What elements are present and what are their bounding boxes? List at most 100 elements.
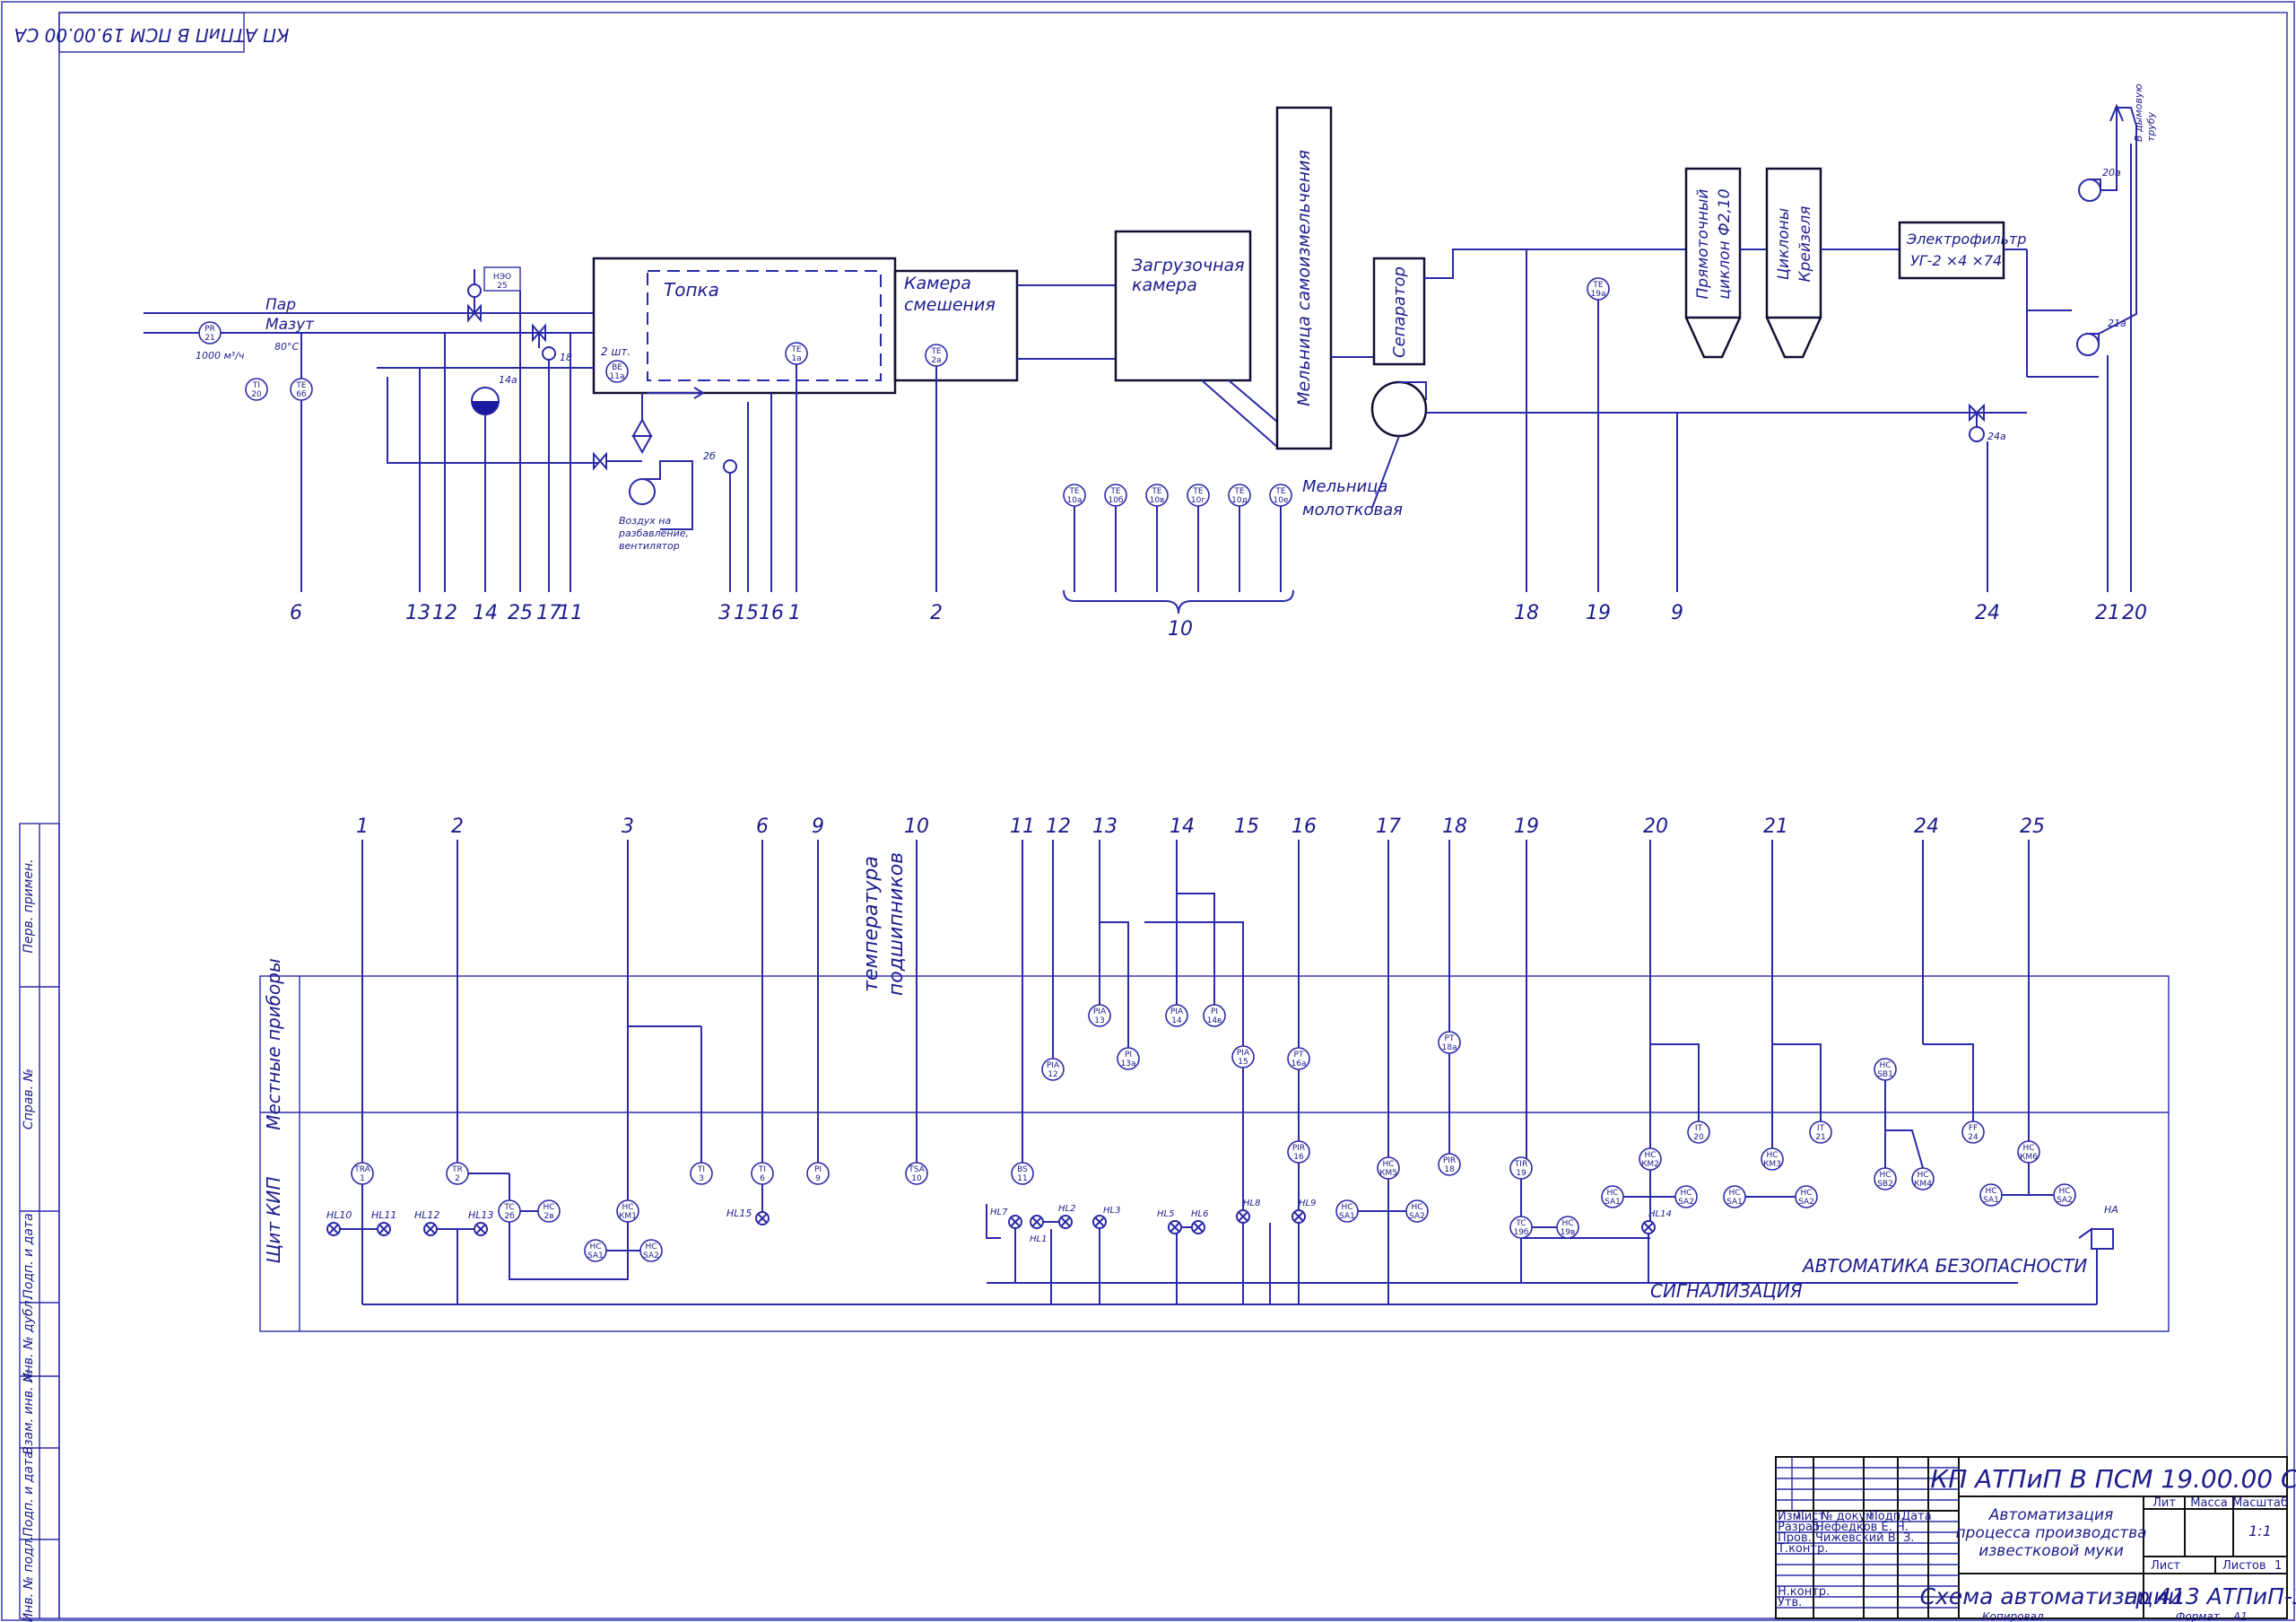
- svg-text:HC: HC: [1879, 1061, 1891, 1070]
- top-bubble: TE6б: [290, 378, 313, 401]
- cyclone-label-1: Прямоточный: [1694, 189, 1712, 300]
- svg-text:FF: FF: [1969, 1124, 1978, 1133]
- line-number-bottom: 3: [622, 815, 634, 838]
- line-number-bottom: 25: [2020, 815, 2045, 838]
- line-number-bottom: 24: [1914, 815, 1939, 838]
- local-bubble: HCSB1: [1874, 1058, 1897, 1081]
- line-number-bottom: 1: [356, 815, 369, 838]
- panel-bubble: HCSA1: [1979, 1183, 2003, 1207]
- svg-text:HL11: HL11: [371, 1209, 396, 1221]
- panel-bubble: HCSA1: [584, 1239, 607, 1262]
- bearing-bubble: TE10в: [1145, 484, 1169, 507]
- bearing-bubble: TE10б: [1104, 484, 1127, 507]
- tb-lists-value: 1: [2274, 1559, 2282, 1573]
- tb-mass: Масса: [2190, 1496, 2227, 1510]
- svg-text:2: 2: [455, 1174, 460, 1183]
- svg-text:19б: 19б: [1513, 1228, 1528, 1237]
- svg-text:TE: TE: [1192, 487, 1203, 496]
- svg-text:HL12: HL12: [414, 1209, 439, 1221]
- line-number-top: 2: [930, 602, 943, 624]
- line-number-bottom: 19: [1514, 815, 1539, 838]
- svg-text:HC: HC: [645, 1243, 657, 1251]
- panel-bubble: TSA10: [905, 1162, 928, 1185]
- margin-label: Подп. и дата: [22, 1213, 36, 1298]
- svg-text:PIA: PIA: [1170, 1007, 1184, 1016]
- svg-text:SB1: SB1: [1877, 1070, 1893, 1079]
- svg-text:TE: TE: [1274, 487, 1285, 496]
- loading-chamber-box: [1114, 230, 1252, 382]
- svg-text:HC: HC: [1341, 1203, 1352, 1212]
- svg-text:HC: HC: [543, 1203, 554, 1212]
- svg-text:TE: TE: [1592, 281, 1603, 290]
- tb-scale: Масштаб: [2232, 1496, 2288, 1510]
- bearings-label-2: подшипников: [885, 852, 908, 996]
- svg-text:PIA: PIA: [1237, 1049, 1250, 1058]
- line-number-top: 25: [508, 602, 533, 624]
- svg-text:3: 3: [699, 1174, 704, 1183]
- level-fill: [472, 401, 499, 414]
- svg-text:HC: HC: [1606, 1189, 1618, 1198]
- panel-bubble: TIR19: [1509, 1156, 1533, 1180]
- panel-bubble: FF24: [1961, 1121, 1985, 1144]
- panel-bubble: HCSA1: [1335, 1199, 1359, 1223]
- svg-text:TI: TI: [252, 381, 260, 390]
- local-bubble: PT18а: [1438, 1031, 1461, 1054]
- air-label-1: Воздух на: [619, 515, 671, 527]
- panel-bubble: HC2в: [537, 1199, 561, 1223]
- tb-scale-value: 1:1: [2248, 1522, 2272, 1539]
- svg-text:HC: HC: [1644, 1151, 1656, 1160]
- line-number-bottom: 9: [812, 815, 824, 838]
- svg-text:14: 14: [1171, 1016, 1182, 1025]
- automation-scheme-sheet: КП АТПиП В ПСМ 19.00.00 СА Перв. примен.…: [1, 1, 2296, 1622]
- svg-text:2а: 2а: [931, 356, 941, 365]
- svg-text:PI: PI: [814, 1165, 822, 1174]
- top-bubble: TE19а: [1587, 277, 1610, 301]
- svg-text:13: 13: [1094, 1016, 1104, 1025]
- line-number-top: 24: [1975, 602, 2000, 624]
- hs-bubble-top: НЭО: [493, 273, 511, 282]
- fan-21a-label: 21а: [2108, 318, 2126, 329]
- bearing-bubble: TE10а: [1063, 484, 1086, 507]
- bearings-label-1: температура: [860, 856, 883, 992]
- svg-text:SB2: SB2: [1877, 1180, 1893, 1189]
- svg-text:HC: HC: [1561, 1219, 1573, 1228]
- local-bubble: PIA15: [1231, 1045, 1255, 1068]
- panel-kip-label: Щит КИП: [263, 1176, 284, 1263]
- actuator-icon: [467, 283, 482, 298]
- signal-lamp-icon: HL3: [1092, 1206, 1120, 1229]
- panel-bubble: HCSA2: [1674, 1185, 1698, 1208]
- svg-text:HC: HC: [2022, 1144, 2034, 1153]
- mixing-label-2: смешения: [904, 295, 996, 315]
- svg-text:КМ4: КМ4: [1914, 1180, 1932, 1189]
- panel-bubble: PIR16: [1287, 1140, 1310, 1164]
- panel-bubble: HCSA2: [639, 1239, 663, 1262]
- svg-text:HC: HC: [1879, 1171, 1891, 1180]
- local-bubble: PI14в: [1203, 1004, 1226, 1027]
- actuator-icon: [1969, 426, 1985, 442]
- svg-text:15: 15: [1238, 1058, 1248, 1067]
- svg-text:11а: 11а: [610, 372, 625, 381]
- local-bubble: PIA14: [1165, 1004, 1188, 1027]
- svg-text:18: 18: [1444, 1165, 1455, 1174]
- air-label-2: разбавление,: [618, 528, 689, 539]
- line-number-top: 16: [759, 602, 784, 624]
- svg-text:10г: 10г: [1191, 496, 1205, 505]
- left-margin-strip: Перв. примен. Справ. № Подп. и дата Инв.…: [19, 823, 60, 1622]
- panel-bubble: HCSA2: [1795, 1185, 1818, 1208]
- flow-label: 1000 м³/ч: [196, 350, 245, 362]
- top-bubble: PR21: [198, 321, 222, 344]
- svg-text:HC: HC: [1382, 1160, 1394, 1169]
- line-number-top: 14: [473, 602, 498, 624]
- top-bubble: TI20: [245, 378, 268, 401]
- cyclone-label-2: циклон Ф2,10: [1716, 188, 1734, 299]
- actuator-icon: [542, 346, 556, 361]
- svg-text:HC: HC: [589, 1243, 601, 1251]
- svg-text:SA2: SA2: [643, 1251, 659, 1260]
- line-number-top: 10: [1168, 618, 1193, 641]
- svg-text:HL10: HL10: [326, 1209, 352, 1221]
- panel-frame: [259, 975, 2170, 1332]
- svg-text:SA1: SA1: [1339, 1212, 1355, 1221]
- tb-copied: Копировал: [1982, 1610, 2044, 1622]
- loading-label-1: Загрузочная: [1132, 256, 1245, 275]
- loading-label-2: камера: [1132, 275, 1197, 295]
